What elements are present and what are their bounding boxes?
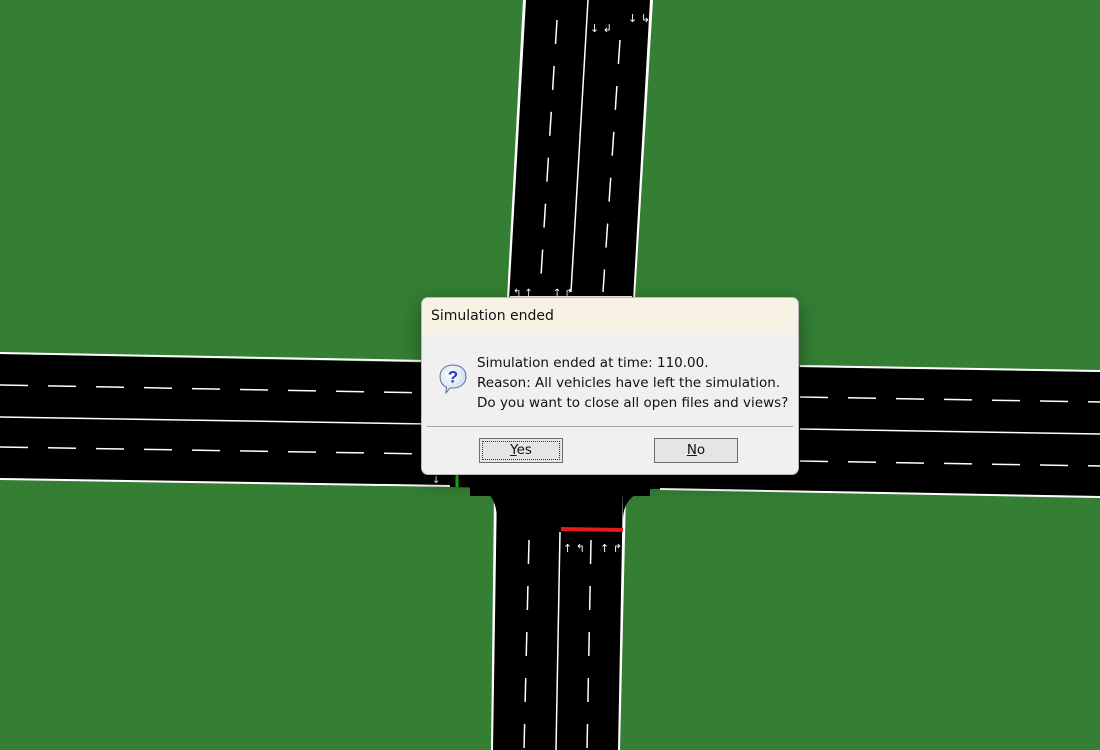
south-lane-arrows: ↑ ↰ <box>563 542 585 555</box>
question-icon: ? <box>439 364 467 394</box>
north-lane-arrows: ↓ ↲ <box>590 22 612 35</box>
dialog-message: Simulation ended at time: 110.00. Reason… <box>477 353 788 413</box>
yes-button-label: es <box>516 442 532 458</box>
message-line-time: Simulation ended at time: 110.00. <box>477 355 709 371</box>
dialog-body: ? Simulation ended at time: 110.00. Reas… <box>422 334 798 424</box>
south-lane-arrows: ↑ ↱ <box>600 542 622 555</box>
no-button[interactable]: No <box>654 438 738 463</box>
north-lane-arrows: ↓ ↳ <box>628 12 650 25</box>
no-button-label: o <box>696 442 706 458</box>
south-signal-red <box>560 527 624 532</box>
message-line-reason: Reason: All vehicles have left the simul… <box>477 375 781 391</box>
dialog-title: Simulation ended <box>431 308 554 324</box>
simulation-ended-dialog: Simulation ended ? Simulation ended at t… <box>421 297 799 475</box>
dialog-titlebar[interactable]: Simulation ended <box>422 298 798 334</box>
no-button-mnemonic: N <box>686 442 697 458</box>
dialog-separator <box>427 426 793 427</box>
message-line-question: Do you want to close all open files and … <box>477 395 789 411</box>
west-lane-arrow: ↓ <box>432 475 440 486</box>
yes-button[interactable]: Yes <box>479 438 563 463</box>
svg-text:?: ? <box>448 368 458 387</box>
